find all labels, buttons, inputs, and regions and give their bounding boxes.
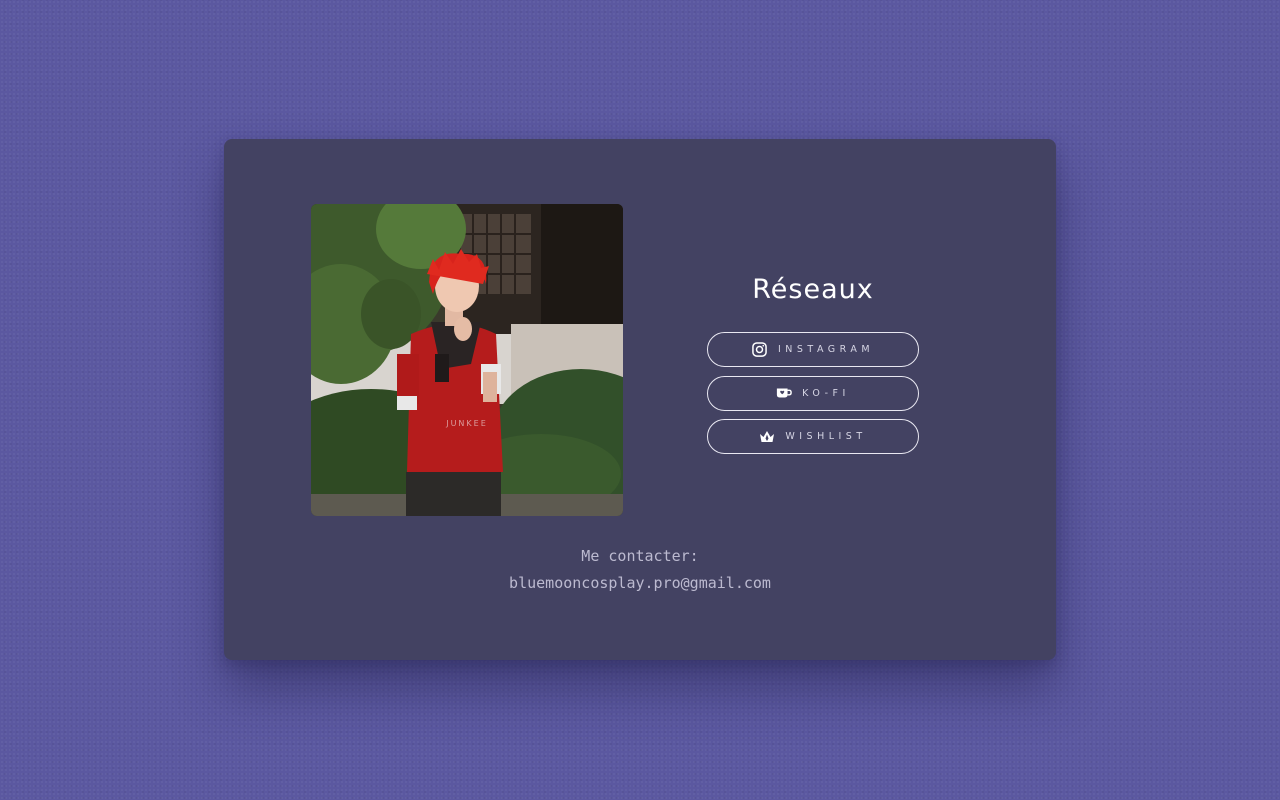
- wishlist-button[interactable]: WISHLIST: [707, 419, 919, 454]
- kofi-cup-icon: [776, 385, 792, 401]
- contact-section: Me contacter: bluemooncosplay.pro@gmail.…: [224, 543, 1056, 597]
- contact-email-link[interactable]: bluemooncosplay.pro@gmail.com: [509, 574, 771, 592]
- socials-title: Réseaux: [752, 274, 874, 305]
- kofi-label: KO-FI: [802, 387, 850, 399]
- socials-section: Réseaux INSTAGRAM KO-FI WISHLIST: [707, 274, 919, 463]
- wishlist-label: WISHLIST: [785, 431, 867, 442]
- contact-label: Me contacter:: [581, 547, 699, 565]
- kofi-button[interactable]: KO-FI: [707, 375, 919, 411]
- photo-watermark: JUNKEE: [445, 419, 488, 428]
- crown-icon: [759, 429, 775, 445]
- profile-card: JUNKEE Réseaux INSTAGRAM KO-FI WISHLIST …: [224, 139, 1056, 660]
- instagram-icon: [752, 342, 768, 358]
- instagram-label: INSTAGRAM: [777, 344, 875, 355]
- instagram-button[interactable]: INSTAGRAM: [707, 332, 919, 367]
- profile-photo: JUNKEE: [311, 204, 623, 516]
